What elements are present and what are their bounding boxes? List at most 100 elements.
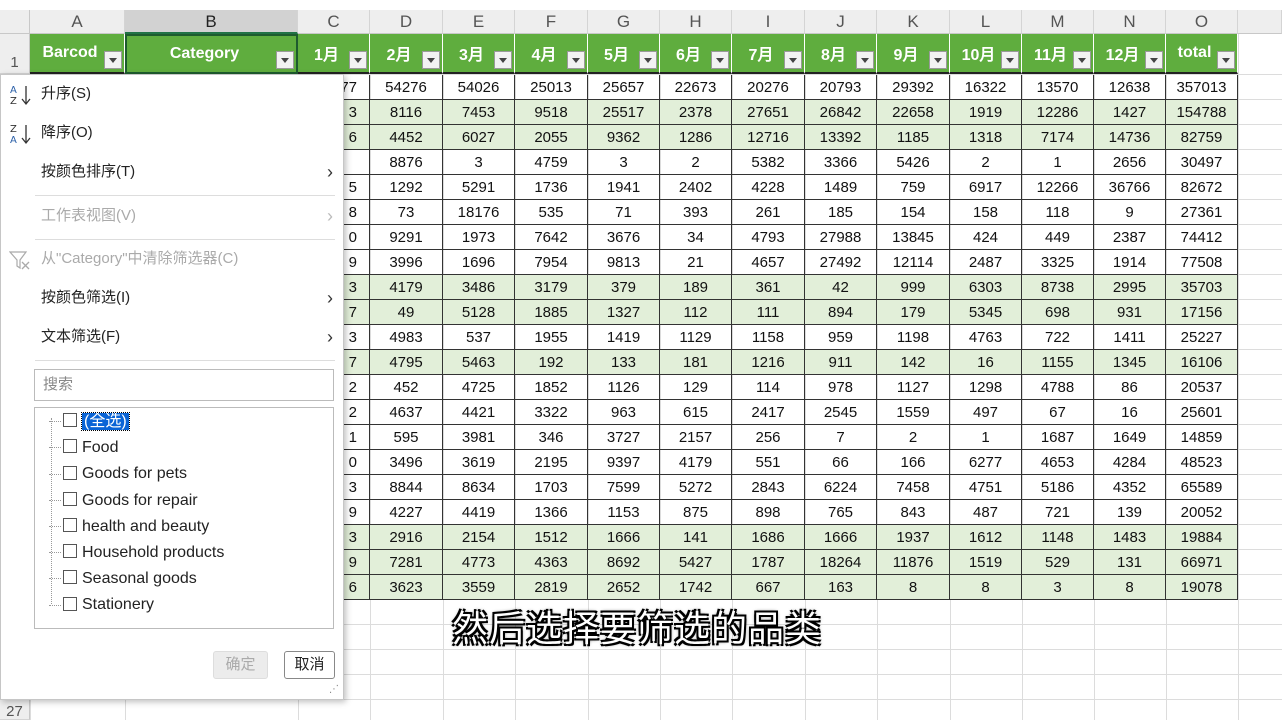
table-cell[interactable]: 5186 <box>1022 475 1094 500</box>
table-cell[interactable]: 3366 <box>805 150 877 175</box>
table-cell[interactable]: 54276 <box>370 75 443 100</box>
table-cell[interactable]: 12114 <box>877 250 950 275</box>
table-cell[interactable]: 4983 <box>370 325 443 350</box>
table-cell[interactable]: 1286 <box>660 125 732 150</box>
table-cell[interactable]: 4228 <box>732 175 805 200</box>
header-cell[interactable]: 8月 <box>805 34 877 74</box>
column-header-l[interactable]: L <box>950 10 1022 34</box>
table-cell[interactable]: 8738 <box>1022 275 1094 300</box>
filter-dropdown-button[interactable] <box>422 51 440 69</box>
filter-dropdown-button[interactable] <box>494 51 512 69</box>
table-cell[interactable]: 5463 <box>443 350 515 375</box>
table-cell[interactable]: 1155 <box>1022 350 1094 375</box>
table-cell[interactable]: 20793 <box>805 75 877 100</box>
table-cell[interactable]: 154 <box>877 200 950 225</box>
table-cell[interactable]: 118 <box>1022 200 1094 225</box>
column-header-d[interactable]: D <box>370 10 443 34</box>
table-cell[interactable]: 1158 <box>732 325 805 350</box>
table-cell[interactable]: 26842 <box>805 100 877 125</box>
header-cell[interactable]: 6月 <box>660 34 732 74</box>
table-cell[interactable]: 4419 <box>443 500 515 525</box>
table-cell[interactable]: 27988 <box>805 225 877 250</box>
table-cell[interactable]: 5426 <box>877 150 950 175</box>
table-cell[interactable]: 2 <box>660 150 732 175</box>
table-cell[interactable]: 1937 <box>877 525 950 550</box>
table-cell[interactable]: 9518 <box>515 100 588 125</box>
table-cell[interactable]: 27651 <box>732 100 805 125</box>
table-cell[interactable]: 3 <box>588 150 660 175</box>
table-cell[interactable]: 5291 <box>443 175 515 200</box>
column-header-g[interactable]: G <box>588 10 660 34</box>
table-cell[interactable]: 535 <box>515 200 588 225</box>
table-cell[interactable]: 1345 <box>1094 350 1166 375</box>
table-cell[interactable]: 595 <box>370 425 443 450</box>
table-cell[interactable]: 3496 <box>370 450 443 475</box>
table-cell[interactable]: 16322 <box>950 75 1022 100</box>
table-cell[interactable]: 86 <box>1094 375 1166 400</box>
checkbox[interactable] <box>63 413 77 428</box>
table-cell[interactable]: 2055 <box>515 125 588 150</box>
table-cell[interactable]: 2195 <box>515 450 588 475</box>
table-cell[interactable]: 1198 <box>877 325 950 350</box>
table-cell[interactable]: 25657 <box>588 75 660 100</box>
table-cell[interactable]: 112 <box>660 300 732 325</box>
table-cell[interactable]: 4653 <box>1022 450 1094 475</box>
column-header-i[interactable]: I <box>732 10 805 34</box>
filter-dropdown-button[interactable] <box>567 51 585 69</box>
search-input[interactable]: 搜索 <box>34 369 334 401</box>
table-cell[interactable]: 154788 <box>1166 100 1238 125</box>
table-cell[interactable]: 12716 <box>732 125 805 150</box>
header-cell[interactable]: 9月 <box>877 34 950 74</box>
table-cell[interactable]: 1852 <box>515 375 588 400</box>
table-cell[interactable]: 35703 <box>1166 275 1238 300</box>
table-cell[interactable]: 71 <box>588 200 660 225</box>
table-cell[interactable]: 25013 <box>515 75 588 100</box>
table-cell[interactable]: 361 <box>732 275 805 300</box>
table-cell[interactable]: 2154 <box>443 525 515 550</box>
table-cell[interactable]: 1318 <box>950 125 1022 150</box>
filter-value-list[interactable]: (全选) Food Goods for pets Goods for repair he… <box>34 407 334 629</box>
table-cell[interactable]: 192 <box>515 350 588 375</box>
table-cell[interactable]: 3676 <box>588 225 660 250</box>
category-option[interactable]: Goods for repair <box>49 489 198 513</box>
table-cell[interactable]: 36766 <box>1094 175 1166 200</box>
table-cell[interactable]: 1292 <box>370 175 443 200</box>
header-cell[interactable]: Category <box>125 34 298 74</box>
header-cell[interactable]: 4月 <box>515 34 588 74</box>
table-cell[interactable]: 111 <box>732 300 805 325</box>
table-cell[interactable]: 722 <box>1022 325 1094 350</box>
filter-dropdown-button[interactable] <box>276 51 294 69</box>
table-cell[interactable]: 256 <box>732 425 805 450</box>
table-cell[interactable]: 25601 <box>1166 400 1238 425</box>
table-cell[interactable]: 12286 <box>1022 100 1094 125</box>
table-cell[interactable]: 2652 <box>588 575 660 600</box>
column-header-m[interactable]: M <box>1022 10 1094 34</box>
table-cell[interactable]: 1612 <box>950 525 1022 550</box>
table-cell[interactable]: 5345 <box>950 300 1022 325</box>
table-cell[interactable]: 1216 <box>732 350 805 375</box>
column-header-h[interactable]: H <box>660 10 732 34</box>
text-filter-item[interactable]: 文本筛选(F) › <box>1 320 343 354</box>
table-cell[interactable]: 3179 <box>515 275 588 300</box>
header-cell[interactable]: 7月 <box>732 34 805 74</box>
table-cell[interactable]: 3981 <box>443 425 515 450</box>
table-cell[interactable]: 2417 <box>732 400 805 425</box>
filter-dropdown-button[interactable] <box>711 51 729 69</box>
table-cell[interactable]: 667 <box>732 575 805 600</box>
table-cell[interactable]: 6224 <box>805 475 877 500</box>
category-option[interactable]: Stationery <box>49 593 154 617</box>
table-cell[interactable]: 1185 <box>877 125 950 150</box>
column-header-b[interactable]: B <box>125 10 298 34</box>
table-cell[interactable]: 4352 <box>1094 475 1166 500</box>
resize-grip-icon[interactable]: ⋰ <box>329 684 339 695</box>
table-cell[interactable]: 34 <box>660 225 732 250</box>
table-cell[interactable]: 2916 <box>370 525 443 550</box>
table-cell[interactable]: 82759 <box>1166 125 1238 150</box>
header-cell[interactable]: Barcod <box>30 34 125 74</box>
table-cell[interactable]: 18176 <box>443 200 515 225</box>
table-cell[interactable]: 2 <box>877 425 950 450</box>
table-cell[interactable]: 8844 <box>370 475 443 500</box>
table-cell[interactable]: 4788 <box>1022 375 1094 400</box>
table-cell[interactable]: 2545 <box>805 400 877 425</box>
table-cell[interactable]: 77508 <box>1166 250 1238 275</box>
